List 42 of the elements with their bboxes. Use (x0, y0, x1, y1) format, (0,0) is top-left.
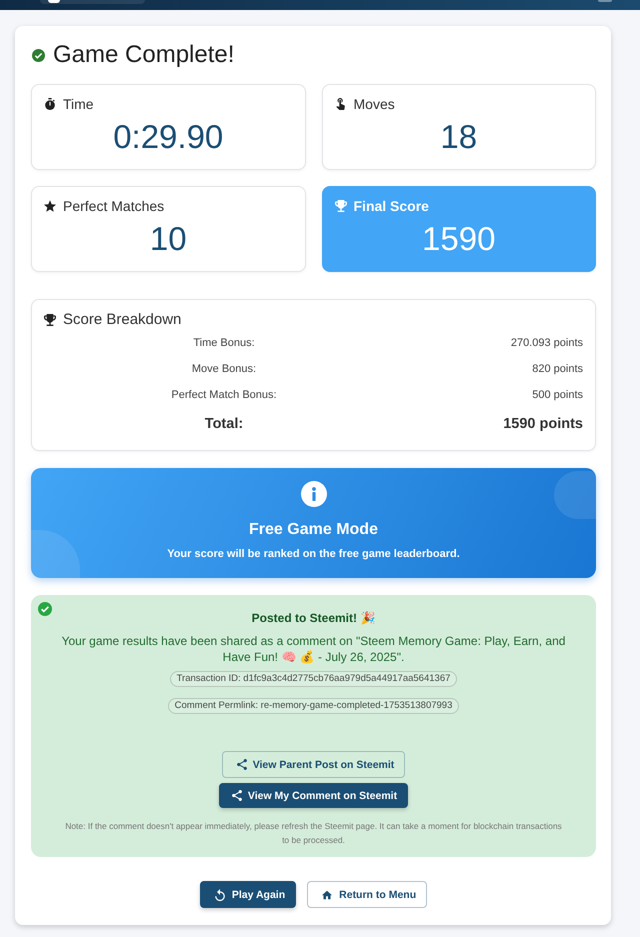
check-circle-icon (32, 48, 45, 62)
info-icon (300, 481, 326, 507)
home-icon (322, 888, 332, 900)
view-on-steemit-button[interactable]: View Parent Post on Steemit (222, 751, 406, 778)
bonus-value: 270.093 points (510, 336, 583, 351)
note-text: Note: If the comment doesn't appear immediately, please refresh the Steemit page. It can take a moment for blockchain transactions to be processed. (64, 820, 563, 847)
page-title: Game Complete! (53, 41, 234, 69)
banner-message: Your score will be ranked on the free game leaderboard. (166, 547, 461, 562)
play-again-button[interactable]: Play Again (200, 881, 296, 908)
bonus-label: Move Bonus: (190, 362, 258, 377)
check-circle-icon (38, 602, 52, 616)
detail-chip: Transaction ID: d1fc9a3c4d2775cb76aa979d5a44917aa5641367 (170, 671, 458, 687)
return-to-menu-button[interactable]: Return to Menu (307, 881, 428, 908)
detail-chip: Comment Permlink: re-memory-game-completed-1753513807993 (168, 698, 460, 714)
bonus-value: 820 points (531, 362, 583, 377)
total-label: Total: (204, 415, 244, 434)
stat-label: Final Score (354, 198, 429, 214)
avatar-icon (48, 0, 60, 3)
share-icon (232, 790, 242, 801)
replay-icon (214, 888, 225, 900)
success-title: Posted to Steemit! 🎉 (250, 610, 376, 626)
breakdown-title: Score Breakdown (63, 310, 182, 330)
stat-value: 1590 (421, 220, 496, 258)
stat-label: Time (63, 96, 94, 112)
stat-value: 10 (148, 220, 188, 258)
trophy-icon (44, 314, 56, 326)
total-value: 1590 points (502, 415, 583, 434)
banner-title: Free Game Mode (248, 520, 379, 540)
stat-label: Perfect Matches (63, 198, 164, 214)
pointing-hand-icon (334, 98, 346, 110)
success-message: Your game results have been shared as a comment on "Steem Memory Game: Play, Earn, and Have Fun! 🧠 💰 - July 26, 2025". (60, 633, 566, 665)
stat-label: Moves (354, 96, 395, 112)
stopwatch-icon (44, 98, 56, 110)
stat-value: 18 (439, 118, 478, 156)
bonus-value: 500 points (531, 388, 583, 403)
view-on-steemit-button[interactable]: View My Comment on Steemit (218, 783, 408, 808)
share-icon (236, 759, 247, 770)
bonus-label: Perfect Match Bonus: (170, 388, 278, 403)
bonus-label: Time Bonus: (192, 336, 256, 351)
star-icon (44, 200, 56, 212)
stat-value: 0:29.90 (112, 118, 224, 156)
trophy-icon (334, 200, 346, 212)
